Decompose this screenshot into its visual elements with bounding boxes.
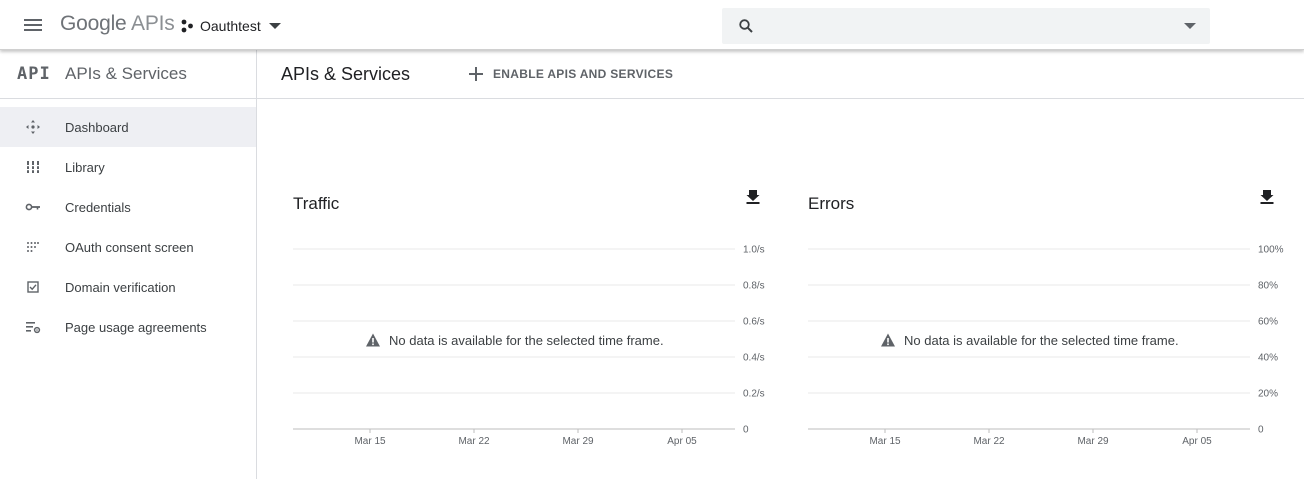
api-logo-icon: API (17, 64, 51, 84)
sidebar-nav: Dashboard Library Credentials OAuth cons… (0, 107, 256, 347)
sidebar: API APIs & Services Dashboard Library Cr… (0, 50, 257, 479)
hamburger-menu-icon[interactable] (18, 13, 48, 37)
y-tick-label: 20% (1258, 389, 1278, 400)
x-tick-label: Mar 22 (973, 436, 1005, 447)
project-dots-icon (181, 19, 193, 33)
x-tick-label: Mar 22 (458, 436, 490, 447)
sidebar-item-label: Dashboard (65, 119, 129, 135)
sidebar-item-library[interactable]: Library (0, 147, 256, 187)
sidebar-item-label: Library (65, 159, 105, 175)
checkbox-icon (25, 279, 41, 295)
sidebar-item-label: Domain verification (65, 279, 176, 295)
chart-title: Errors (808, 194, 855, 213)
page-title: APIs & Services (281, 64, 411, 84)
sidebar-item-oauth-consent-screen[interactable]: OAuth consent screen (0, 227, 256, 267)
no-data-message: No data is available for the selected ti… (365, 332, 664, 348)
x-tick-label: Apr 05 (1182, 436, 1212, 447)
no-data-message: No data is available for the selected ti… (880, 332, 1179, 348)
dashboard-icon (25, 119, 41, 135)
x-tick-label: Mar 15 (869, 436, 901, 447)
y-tick-label: 0.4/s (743, 353, 765, 364)
sidebar-header: API APIs & Services (0, 50, 256, 99)
main-header: APIs & Services ENABLE APIS AND SERVICES (257, 50, 1304, 99)
y-tick-label: 0.2/s (743, 389, 765, 400)
y-tick-label: 80% (1258, 281, 1278, 292)
traffic-chart-card: Traffic 0 0.2/s 0.4/s 0.6/s 0.8/s 1.0/s Mar 15… (293, 180, 783, 460)
brand-google: Google (60, 12, 127, 35)
chevron-down-icon (268, 23, 281, 29)
download-icon[interactable] (745, 188, 761, 204)
x-tick-label: Mar 29 (562, 436, 594, 447)
top-app-bar: Google APIs Oauthtest (0, 0, 1304, 50)
enable-apis-label: ENABLE APIS AND SERVICES (493, 67, 674, 81)
sidebar-item-credentials[interactable]: Credentials (0, 187, 256, 227)
y-tick-label: 1.0/s (743, 245, 765, 256)
consent-icon (25, 239, 41, 255)
sidebar-item-dashboard[interactable]: Dashboard (0, 107, 256, 147)
plus-icon (469, 67, 483, 81)
chart-title: Traffic (293, 194, 340, 213)
y-tick-label: 0.6/s (743, 317, 765, 328)
enable-apis-button[interactable]: ENABLE APIS AND SERVICES (469, 64, 673, 84)
no-data-text: No data is available for the selected ti… (904, 332, 1179, 348)
x-tick-label: Mar 15 (354, 436, 386, 447)
x-tick-label: Apr 05 (667, 436, 697, 447)
key-icon (25, 199, 41, 215)
project-name: Oauthtest (200, 18, 261, 34)
warning-icon (366, 333, 380, 347)
x-tick-label: Mar 29 (1077, 436, 1109, 447)
brand-apis: APIs (131, 12, 175, 35)
y-tick-label: 0 (1258, 425, 1264, 436)
warning-icon (881, 333, 895, 347)
search-icon (739, 19, 753, 33)
search-bar[interactable] (722, 8, 1210, 44)
sidebar-item-label: Page usage agreements (65, 319, 207, 335)
sidebar-item-label: Credentials (65, 199, 131, 215)
sidebar-item-page-usage-agreements[interactable]: Page usage agreements (0, 307, 256, 347)
search-input[interactable] (766, 14, 1166, 38)
search-dropdown-icon[interactable] (1184, 23, 1196, 29)
download-icon[interactable] (1259, 188, 1275, 204)
google-apis-logo[interactable]: Google APIs (60, 12, 175, 36)
library-icon (25, 159, 41, 175)
y-tick-label: 40% (1258, 353, 1278, 364)
project-selector[interactable]: Oauthtest (180, 16, 281, 36)
settings-list-icon (25, 319, 41, 335)
errors-chart-card: Errors 0 20% 40% 60% 80% 100% Mar 15 Mar 22 Mar … (808, 180, 1298, 460)
sidebar-title: APIs & Services (65, 64, 187, 83)
y-tick-label: 0.8/s (743, 281, 765, 292)
y-tick-label: 60% (1258, 317, 1278, 328)
y-tick-label: 100% (1258, 245, 1284, 256)
sidebar-item-label: OAuth consent screen (65, 239, 194, 255)
sidebar-item-domain-verification[interactable]: Domain verification (0, 267, 256, 307)
y-tick-label: 0 (743, 425, 749, 436)
no-data-text: No data is available for the selected ti… (389, 332, 664, 348)
